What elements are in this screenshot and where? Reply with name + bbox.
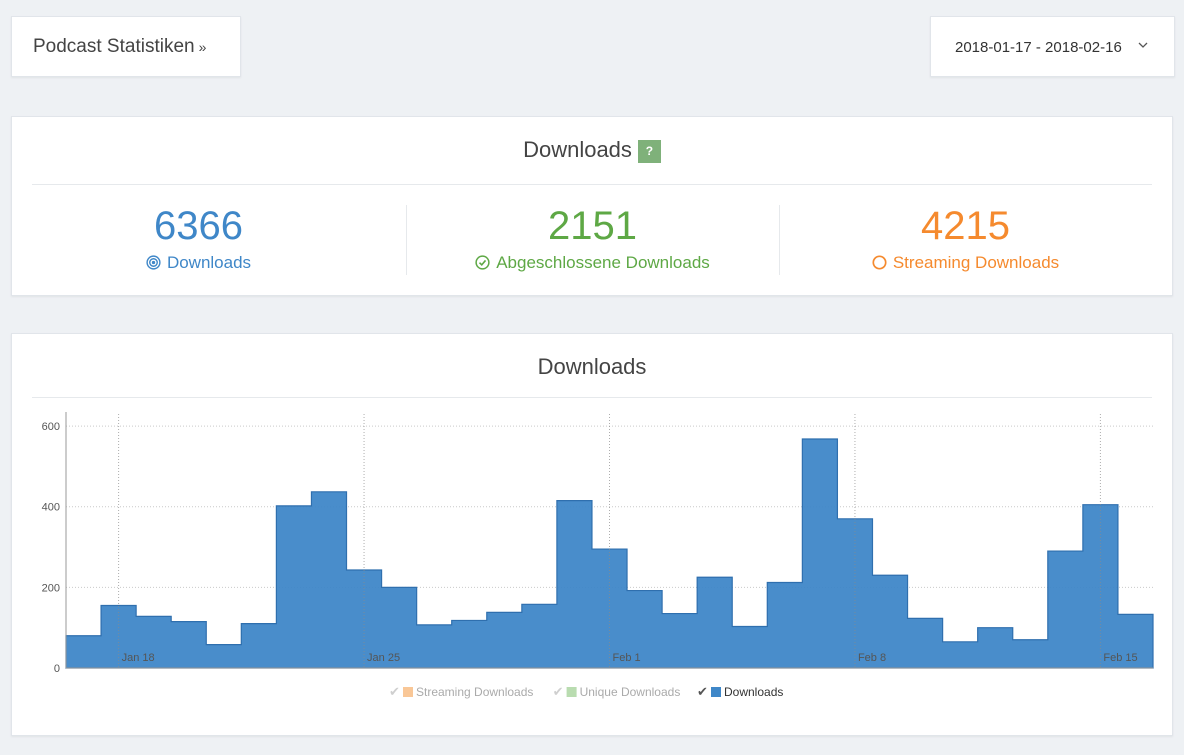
stat-label: Abgeschlossene Downloads [406,253,779,273]
divider [32,184,1152,185]
legend-check-icon[interactable]: ✔ [553,685,564,700]
data-bar[interactable] [943,642,978,668]
data-bar[interactable] [557,501,592,668]
stat-label-text: Downloads [166,253,252,272]
stat-downloads: 6366 Downloads [12,203,385,273]
stat-completed-downloads: 2151 Abgeschlossene Downloads [406,203,779,273]
data-bar[interactable] [206,645,241,668]
stats-card: Downloads? 6366 Downloads 2151 Abgeschlo… [11,116,1173,296]
stat-value: 6366 [154,204,243,248]
data-bar[interactable] [311,492,346,668]
legend-swatch [711,687,721,697]
stats-heading: Downloads? [12,137,1172,163]
circle-icon [872,255,887,270]
stat-label-text: Abgeschlossene Downloads [496,253,710,272]
date-range-value: 2018-01-17 - 2018-02-16 [955,39,1122,56]
page-title[interactable]: Podcast Statistiken» [33,36,206,58]
data-bar[interactable] [417,625,452,668]
y-tick-label: 200 [42,582,60,594]
x-tick-label: Feb 1 [613,652,641,664]
data-bar[interactable] [732,626,767,668]
legend-label[interactable]: Downloads [724,685,783,699]
data-bar[interactable] [662,614,697,668]
stat-streaming-downloads: 4215 Streaming Downloads [779,203,1152,273]
data-bar[interactable] [241,624,276,668]
data-bar[interactable] [452,620,487,668]
downloads-chart: 0 200 400 600 Jan 18 Jan 25 Feb 1 Feb 8 Feb 15 ✔ S… [42,412,1154,700]
target-icon [146,255,161,270]
data-bar[interactable] [66,636,101,668]
data-bar[interactable] [171,622,206,668]
data-bar[interactable] [1013,640,1048,668]
x-tick-label: Jan 25 [367,652,400,664]
chart-card: Downloads 0 200 400 600 Jan 18 Jan 25 Feb 1 Feb… [11,333,1173,736]
data-bar[interactable] [1083,505,1118,668]
legend-label[interactable]: Unique Downloads [580,685,681,699]
check-circle-icon [475,255,490,270]
data-bar[interactable] [522,604,557,668]
x-tick-label: Feb 15 [1103,652,1137,664]
y-tick-label: 600 [42,421,60,433]
date-range-picker[interactable]: 2018-01-17 - 2018-02-16 [930,16,1175,77]
legend-swatch [566,687,577,697]
data-bar[interactable] [802,439,837,668]
stat-value: 4215 [921,204,1010,248]
y-tick-label: 0 [54,663,60,675]
stats-heading-text: Downloads [523,137,632,162]
data-bar[interactable] [767,583,802,668]
legend-swatch [403,687,413,697]
stat-label: Streaming Downloads [779,253,1152,273]
help-badge[interactable]: ? [637,140,661,163]
legend-check-icon[interactable]: ✔ [389,685,400,700]
legend-label[interactable]: Streaming Downloads [416,685,533,699]
stat-label-text: Streaming Downloads [892,253,1060,272]
data-bar[interactable] [592,549,627,668]
data-bar[interactable] [276,506,311,668]
legend-check-icon[interactable]: ✔ [697,685,708,700]
data-bar[interactable] [487,612,522,668]
y-tick-label: 400 [42,502,60,514]
data-bar[interactable] [978,628,1013,668]
title-raquo: » [198,39,207,55]
x-tick-label: Jan 18 [122,652,155,664]
title-card: Podcast Statistiken» [11,16,241,77]
data-bar[interactable] [908,618,943,668]
x-tick-label: Feb 8 [858,652,886,664]
chevron-down-icon [1138,42,1148,48]
data-bar[interactable] [697,577,732,668]
data-bar[interactable] [1048,551,1083,668]
page-title-text: Podcast Statistiken [33,36,195,57]
stat-label: Downloads [12,253,385,273]
stat-value: 2151 [548,204,637,248]
